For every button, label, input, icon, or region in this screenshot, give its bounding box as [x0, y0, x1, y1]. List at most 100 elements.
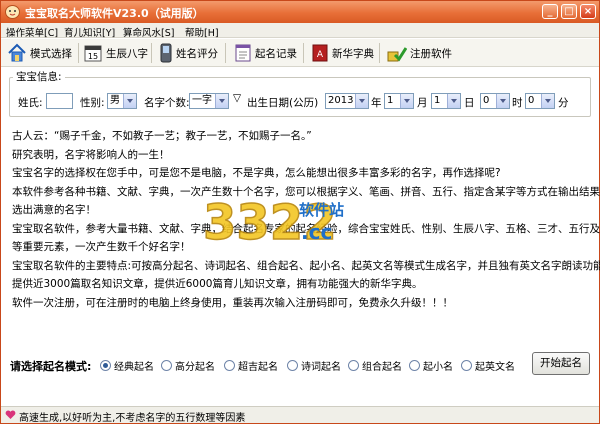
chevron-down-icon [123, 94, 136, 108]
description-line: 宝宝取名软件的主要特点:可按高分起名、诗词起名、组合起名、起小名、起英文名等模式… [12, 259, 600, 272]
gender-label: 性别: [80, 97, 105, 109]
minute-select[interactable]: 0 [525, 93, 555, 109]
toolbar-label: 模式选择 [30, 47, 72, 60]
status-bar: 高速生成,以好听为主,不考虑名字的五行数理等因素 [1, 406, 599, 424]
toolbar-label: 生辰八字 [106, 47, 148, 60]
title-bar[interactable]: 宝宝取名大师软件V23.0（试用版） _ □ × [1, 1, 599, 23]
radio-label: 起小名 [423, 362, 453, 373]
chevron-down-icon [355, 94, 368, 108]
register-icon [387, 47, 407, 62]
menu-parenting[interactable]: 育儿知识[Y] [64, 25, 115, 39]
radio-dot [409, 360, 420, 371]
radio-dot [161, 360, 172, 371]
radio-dot [224, 360, 235, 371]
radio-english[interactable]: 起英文名 [461, 358, 515, 373]
menu-fortune[interactable]: 算命风水[S] [123, 25, 174, 39]
radio-high-score[interactable]: 高分起名 [161, 358, 215, 373]
toolbar-dictionary[interactable]: A 新华字典 [311, 42, 374, 64]
svg-text:15: 15 [88, 52, 98, 61]
year-unit: 年 [371, 97, 382, 109]
month-select[interactable]: 1 [384, 93, 414, 109]
description-line: 提供近3000篇取名知识文章，提供近6000篇育儿知识文章，拥有功能强大的新华字… [12, 278, 423, 290]
chevron-down-icon [215, 94, 228, 108]
surname-input[interactable] [46, 93, 73, 109]
radio-dot [287, 360, 298, 371]
start-naming-button[interactable]: 开始起名 [532, 352, 590, 375]
gender-value: 男 [110, 95, 120, 106]
name-count-value: 一字 [192, 95, 212, 106]
radio-label: 超吉起名 [238, 362, 278, 373]
toolbar-separator [151, 43, 152, 63]
name-count-select[interactable]: 一字 [189, 93, 229, 109]
heart-icon [5, 410, 16, 419]
close-button[interactable]: × [580, 4, 596, 19]
radio-nickname[interactable]: 起小名 [409, 358, 453, 373]
status-text: 高速生成,以好听为主,不考虑名字的五行数理等因素 [19, 413, 246, 424]
birth-date-label: 出生日期(公历) [247, 97, 319, 109]
description-line: 古人云：“赐子千金，不如教子一艺；教子一艺，不如赐子一名。” [12, 130, 312, 142]
toolbar-name-records[interactable]: 起名记录 [234, 42, 297, 64]
radio-poetry[interactable]: 诗词起名 [287, 358, 341, 373]
description-line: 软件一次注册，可在注册时的电脑上终身使用，重装再次输入注册码即可，免费永久升级！… [12, 296, 453, 309]
radio-dot [348, 360, 359, 371]
gender-select[interactable]: 男 [107, 93, 137, 109]
name-count-label: 名字个数: [144, 97, 190, 109]
year-value: 2013 [328, 95, 354, 106]
toolbar-separator [379, 43, 380, 63]
toolbar-label: 姓名评分 [176, 47, 218, 60]
menu-help[interactable]: 帮助[H] [185, 25, 219, 39]
chevron-down-icon [447, 94, 460, 108]
minute-unit: 分 [558, 97, 569, 109]
radio-label: 高分起名 [175, 362, 215, 373]
phone-icon [160, 43, 172, 63]
toolbar-separator [303, 43, 304, 63]
radio-label: 组合起名 [362, 362, 402, 373]
day-value: 1 [434, 95, 441, 106]
description-line: 研究表明，名字将影响人的一生！ [12, 148, 170, 161]
calendar-icon: 15 [84, 45, 102, 62]
baby-info-legend: 宝宝信息: [13, 69, 65, 84]
watermark-logo: 3322 软件站 .cc [202, 194, 344, 252]
svg-text:A: A [317, 50, 324, 60]
toolbar-label: 注册软件 [410, 47, 452, 60]
year-select[interactable]: 2013 [325, 93, 369, 109]
toolbar-label: 起名记录 [255, 47, 297, 60]
app-icon [5, 5, 20, 19]
radio-combo[interactable]: 组合起名 [348, 358, 402, 373]
toolbar: 模式选择 15 生辰八字 姓名评分 起名记录 A 新华字典 注册软件 [1, 39, 599, 67]
main-window: 宝宝取名大师软件V23.0（试用版） _ □ × 操作菜单[C] 育儿知识[Y]… [0, 0, 600, 424]
triangle-down-icon: ▽ [233, 92, 242, 104]
house-icon [8, 43, 26, 62]
notepad-icon [235, 44, 251, 62]
toolbar-mode-select[interactable]: 模式选择 [7, 42, 72, 64]
menu-operate[interactable]: 操作菜单[C] [6, 25, 58, 39]
toolbar-name-score[interactable]: 姓名评分 [159, 42, 218, 64]
toolbar-register[interactable]: 注册软件 [387, 42, 452, 64]
maximize-button[interactable]: □ [561, 4, 577, 19]
chevron-down-icon [496, 94, 509, 108]
radio-dot [461, 360, 472, 371]
radio-classic[interactable]: 经典起名 [100, 358, 154, 373]
hour-unit: 时 [512, 97, 523, 109]
month-unit: 月 [417, 97, 428, 109]
watermark-tld: .cc [301, 220, 332, 244]
radio-label: 起英文名 [475, 362, 515, 373]
window-title: 宝宝取名大师软件V23.0（试用版） [25, 7, 204, 20]
description-line: 宝宝名字的选择权在您手中，可是您不是电脑，不是字典，怎么能想出很多丰富多彩的名字… [12, 167, 501, 179]
hour-select[interactable]: 0 [480, 93, 510, 109]
minimize-button[interactable]: _ [542, 4, 558, 19]
surname-label: 姓氏: [18, 97, 43, 109]
radio-label: 经典起名 [114, 362, 154, 373]
watermark-sub: 软件站 [299, 201, 344, 219]
chevron-down-icon [541, 94, 554, 108]
month-value: 1 [387, 95, 394, 106]
menu-bar: 操作菜单[C] 育儿知识[Y] 算命风水[S] 帮助[H] [1, 23, 599, 39]
toolbar-label: 新华字典 [332, 47, 374, 60]
radio-dot [100, 360, 111, 371]
chevron-down-icon [400, 94, 413, 108]
mode-label: 请选择起名模式: [10, 360, 92, 373]
day-select[interactable]: 1 [431, 93, 461, 109]
toolbar-bazi[interactable]: 15 生辰八字 [83, 42, 148, 64]
minute-value: 0 [528, 95, 535, 106]
radio-auspicious[interactable]: 超吉起名 [224, 358, 278, 373]
